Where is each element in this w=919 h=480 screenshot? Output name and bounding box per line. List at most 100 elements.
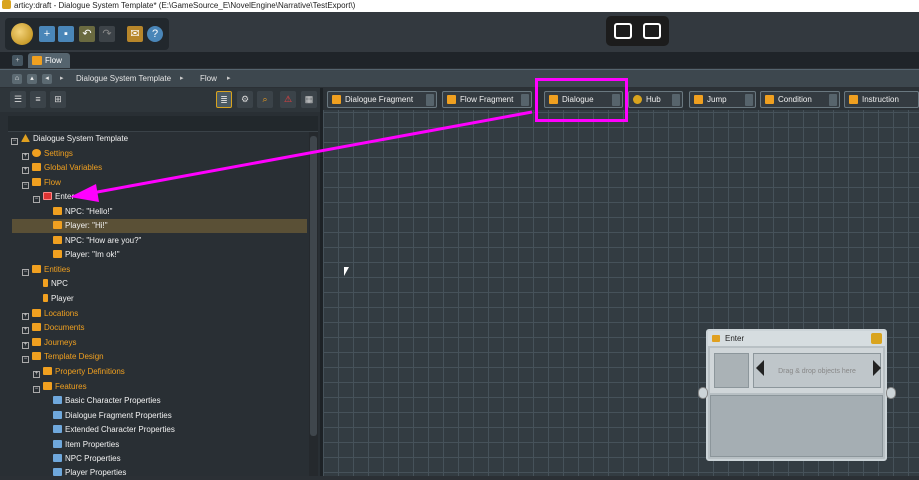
node-preview-image[interactable] [714, 353, 749, 388]
hub-icon [633, 95, 642, 104]
chevron-down-icon[interactable] [426, 94, 434, 106]
annotation-highlight-box [535, 78, 628, 122]
tree-node-documents[interactable]: + Documents [22, 321, 84, 335]
list-view-icon[interactable]: ≡ [30, 91, 46, 108]
palette-dialogue-fragment[interactable]: Dialogue Fragment [327, 91, 437, 108]
tree-node-feature[interactable]: Dialogue Fragment Properties [53, 409, 172, 423]
condition-icon [765, 95, 774, 104]
tree-node-dialogue-line[interactable]: Player: "Hi!" [53, 219, 108, 233]
up-icon[interactable]: ▴ [27, 74, 37, 84]
search-icon[interactable]: ⌕ [257, 91, 273, 108]
dialogue-node-enter[interactable]: Enter Drag & drop objects here [706, 329, 887, 461]
app-icon [2, 0, 11, 9]
grid-icon[interactable]: ▦ [301, 91, 317, 108]
back-icon[interactable]: ◂ [42, 74, 52, 84]
tree-view-icon[interactable]: ☰ [10, 91, 26, 108]
tree-node-locations[interactable]: + Locations [22, 307, 78, 321]
tree-node-dialogue-line[interactable]: NPC: "Hello!" [53, 205, 112, 219]
tree-node-global-variables[interactable]: + Global Variables [22, 161, 102, 175]
tab-flow[interactable]: Flow [28, 53, 70, 68]
outline-icon[interactable]: ≣ [216, 91, 232, 108]
jump-icon [694, 95, 703, 104]
capture-overlay [606, 16, 669, 46]
instruction-icon [849, 95, 858, 104]
tree-node-property-definitions[interactable]: + Property Definitions [33, 365, 125, 379]
tree-node-npc[interactable]: NPC [43, 277, 68, 291]
palette-flow-fragment[interactable]: Flow Fragment [442, 91, 532, 108]
tree-node-entities[interactable]: − Entities [22, 263, 70, 277]
feature-icon [53, 440, 62, 448]
forward-icon[interactable]: ▸ [60, 74, 64, 82]
navigator-toolbar: ☰ ≡ ⊞ ≣ ⚙ ⌕ ⚠ ▦ [0, 88, 322, 112]
articy-logo-icon[interactable] [11, 23, 33, 45]
arrow-right-icon[interactable] [873, 360, 881, 376]
node-body: Drag & drop objects here [710, 348, 883, 393]
tree-node-feature[interactable]: Item Properties [53, 438, 119, 452]
palette-hub[interactable]: Hub [628, 91, 683, 108]
breadcrumb-item-flow[interactable]: Flow [200, 74, 217, 83]
arrow-left-icon[interactable] [756, 360, 764, 376]
chevron-down-icon[interactable] [521, 94, 529, 106]
toolbar-group: + ▪ ↶ ↷ ✉ ? [5, 18, 169, 50]
save-icon[interactable]: ▪ [58, 26, 74, 42]
tree-node-feature[interactable]: Basic Character Properties [53, 394, 161, 408]
dialogue-fragment-icon [332, 95, 341, 104]
palette-instruction[interactable]: Instruction [844, 91, 919, 108]
window-titlebar: articy:draft - Dialogue System Template*… [0, 0, 919, 12]
input-pin[interactable] [698, 387, 708, 399]
tree-node-journeys[interactable]: + Journeys [22, 336, 76, 350]
feature-icon [53, 411, 62, 419]
folder-icon [32, 352, 41, 360]
mail-icon[interactable]: ✉ [127, 26, 143, 42]
tree-scrollbar-thumb[interactable] [310, 136, 317, 436]
warning-icon[interactable]: ⚠ [280, 91, 296, 108]
node-drop-zone[interactable]: Drag & drop objects here [753, 353, 881, 388]
undo-icon[interactable]: ↶ [79, 26, 95, 42]
home-icon[interactable]: ⌂ [12, 74, 22, 84]
navigator-tree: − Dialogue System Template + Settings + Glo… [0, 132, 322, 477]
filter-view-icon[interactable]: ⊞ [50, 91, 66, 108]
redo-icon[interactable]: ↷ [99, 26, 115, 42]
tree-node-template-design[interactable]: − Template Design [22, 350, 104, 364]
tree-node-feature[interactable]: NPC Properties [53, 452, 121, 466]
tree-node-settings[interactable]: + Settings [22, 147, 73, 161]
chevron-down-icon[interactable] [829, 94, 837, 106]
dialogue-icon [712, 335, 720, 342]
main-toolbar: + ▪ ↶ ↷ ✉ ? [0, 12, 919, 52]
palette-condition[interactable]: Condition [760, 91, 840, 108]
node-title: Enter [725, 334, 745, 343]
tree-node-features[interactable]: − Features [33, 380, 87, 394]
palette-jump[interactable]: Jump [689, 91, 756, 108]
video-capture-icon[interactable] [643, 23, 661, 39]
feature-icon [53, 454, 62, 462]
tree-node-feature[interactable]: Extended Character Properties [53, 423, 175, 437]
tree-node-enter[interactable]: − Enter [33, 190, 74, 204]
tree-node-player[interactable]: Player [43, 292, 74, 306]
tree-node-feature[interactable]: Player Properties [53, 466, 126, 480]
node-menu-icon[interactable] [871, 333, 882, 344]
help-icon[interactable]: ? [147, 26, 163, 42]
variables-icon [32, 163, 41, 171]
speech-bubble-icon [53, 221, 62, 229]
tree-node-flow[interactable]: − Flow [22, 176, 61, 190]
chevron-right-icon: ▸ [180, 75, 184, 82]
chevron-down-icon[interactable] [672, 94, 680, 106]
settings-icon[interactable]: ⚙ [237, 91, 253, 108]
new-icon[interactable]: + [39, 26, 55, 42]
speech-bubble-icon [53, 207, 62, 215]
tree-node-project[interactable]: − Dialogue System Template [11, 132, 128, 146]
document-tabs: + Flow [0, 52, 919, 68]
navigator-search-input[interactable] [8, 116, 318, 132]
breadcrumb-item-project[interactable]: Dialogue System Template [76, 74, 171, 83]
window-title: articy:draft - Dialogue System Template*… [14, 1, 356, 10]
node-header[interactable]: Enter [708, 331, 885, 346]
entity-icon [43, 279, 48, 287]
exit-fullscreen-icon[interactable] [614, 23, 632, 39]
tab-list-icon[interactable]: + [12, 55, 23, 66]
node-text-area[interactable] [710, 395, 883, 457]
gear-icon [32, 149, 41, 157]
tree-node-dialogue-line[interactable]: NPC: "How are you?" [53, 234, 141, 248]
tree-node-dialogue-line[interactable]: Player: "Im ok!" [53, 248, 120, 262]
output-pin[interactable] [886, 387, 896, 399]
chevron-down-icon[interactable] [745, 94, 753, 106]
